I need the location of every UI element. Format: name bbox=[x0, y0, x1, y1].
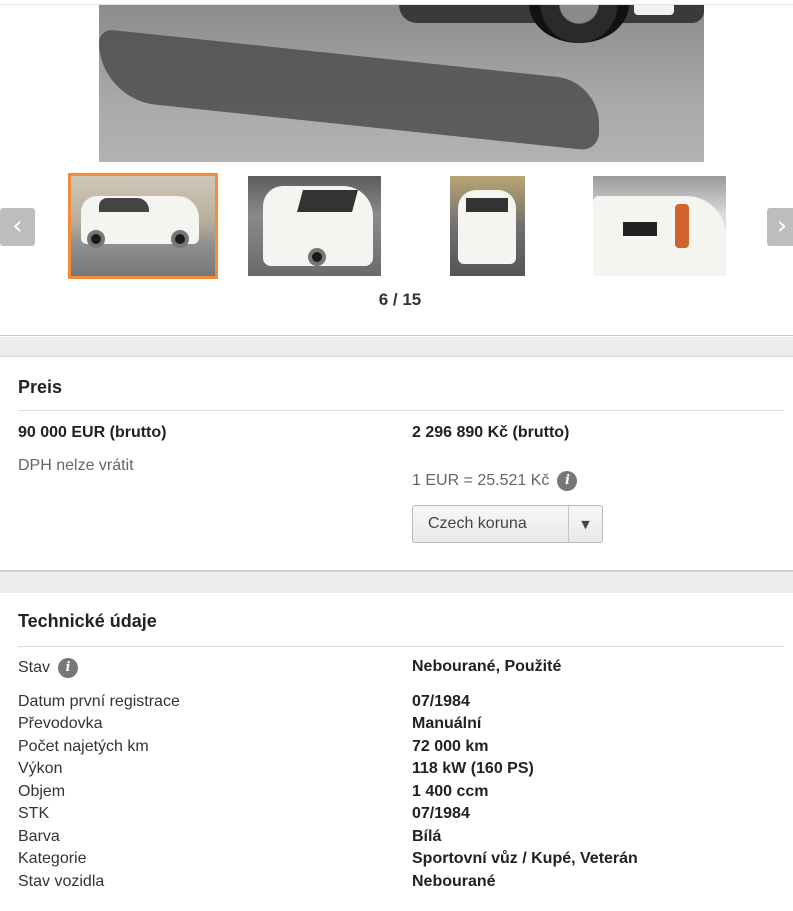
spec-row: Výkon 118 kW (160 PS) bbox=[0, 760, 793, 782]
spec-value: 07/1984 bbox=[412, 805, 470, 822]
car-bumper bbox=[634, 5, 674, 15]
spec-label: Objem bbox=[18, 783, 66, 800]
spec-label: Stav bbox=[18, 659, 51, 676]
main-photo[interactable] bbox=[99, 5, 704, 162]
chevron-down-icon: ▼ bbox=[568, 506, 602, 542]
wet-pavement bbox=[99, 28, 599, 152]
spec-label: Kategorie bbox=[18, 850, 87, 867]
chevron-left-icon: ‹ bbox=[12, 211, 23, 241]
currency-select[interactable]: Czech koruna ▼ bbox=[412, 505, 603, 543]
price-section: Preis 90 000 EUR (brutto) 2 296 890 Kč (… bbox=[0, 358, 793, 571]
spec-row: Počet najetých km 72 000 km bbox=[0, 738, 793, 760]
gallery-next-button[interactable]: › bbox=[767, 208, 793, 246]
tech-section: Technické údaje Stav i Nebourané, Použité… bbox=[0, 594, 793, 911]
car-wheel bbox=[529, 5, 629, 43]
spec-value: 1 400 ccm bbox=[412, 783, 489, 800]
price-divider bbox=[18, 410, 784, 411]
thumbnail-1-active[interactable] bbox=[68, 173, 218, 279]
spec-label: Převodovka bbox=[18, 715, 103, 732]
spec-row: Objem 1 400 ccm bbox=[0, 783, 793, 805]
currency-select-value: Czech koruna bbox=[428, 515, 527, 532]
spec-label: STK bbox=[18, 805, 50, 822]
spec-label: Počet najetých km bbox=[18, 738, 149, 755]
spec-label: Výkon bbox=[18, 760, 63, 777]
thumbnail-2[interactable] bbox=[248, 176, 381, 276]
price-title: Preis bbox=[18, 377, 63, 397]
spec-value: Bílá bbox=[412, 828, 442, 845]
spec-value: 72 000 km bbox=[412, 738, 489, 755]
spec-value: Sportovní vůz / Kupé, Veterán bbox=[412, 850, 638, 867]
thumbnail-4[interactable] bbox=[593, 176, 726, 276]
section-gap bbox=[0, 571, 793, 593]
gallery-counter: 6 / 15 bbox=[378, 290, 422, 309]
exchange-rate-text: 1 EUR = 25.521 Kč bbox=[412, 472, 550, 489]
section-gap bbox=[0, 337, 793, 357]
spec-row: Datum první registrace 07/1984 bbox=[0, 693, 793, 715]
exchange-rate: 1 EUR = 25.521 Kč i bbox=[412, 471, 578, 491]
thumbnail-3[interactable] bbox=[450, 176, 525, 276]
photo-gallery: ‹ › 6 / 15 bbox=[0, 0, 793, 336]
spec-row: Stav vozidla Nebourané bbox=[0, 873, 793, 895]
chevron-right-icon: › bbox=[776, 211, 788, 241]
spec-label: Barva bbox=[18, 828, 60, 845]
spec-row: Barva Bílá bbox=[0, 828, 793, 850]
spec-value: Nebourané, Použité bbox=[412, 658, 562, 675]
info-icon[interactable]: i bbox=[557, 471, 578, 491]
spec-row: Kategorie Sportovní vůz / Kupé, Veterán bbox=[0, 850, 793, 872]
tech-title: Technické údaje bbox=[18, 611, 157, 631]
spec-row: Převodovka Manuální bbox=[0, 715, 793, 737]
eur-price: 90 000 EUR (brutto) bbox=[18, 424, 167, 441]
spec-value: Manuální bbox=[412, 715, 482, 732]
spec-label: Stav vozidla bbox=[18, 873, 105, 890]
spec-label: Datum první registrace bbox=[18, 693, 180, 710]
tech-divider bbox=[18, 646, 784, 647]
spec-row: STK 07/1984 bbox=[0, 805, 793, 827]
spec-row: Stav i Nebourané, Použité bbox=[0, 658, 793, 680]
gallery-prev-button[interactable]: ‹ bbox=[0, 208, 35, 246]
vat-note: DPH nelze vrátit bbox=[18, 457, 134, 474]
info-icon[interactable]: i bbox=[58, 658, 79, 678]
spec-value: Nebourané bbox=[412, 873, 496, 890]
spec-value: 07/1984 bbox=[412, 693, 470, 710]
spec-value: 118 kW (160 PS) bbox=[412, 760, 534, 777]
czk-price: 2 296 890 Kč (brutto) bbox=[412, 424, 570, 441]
